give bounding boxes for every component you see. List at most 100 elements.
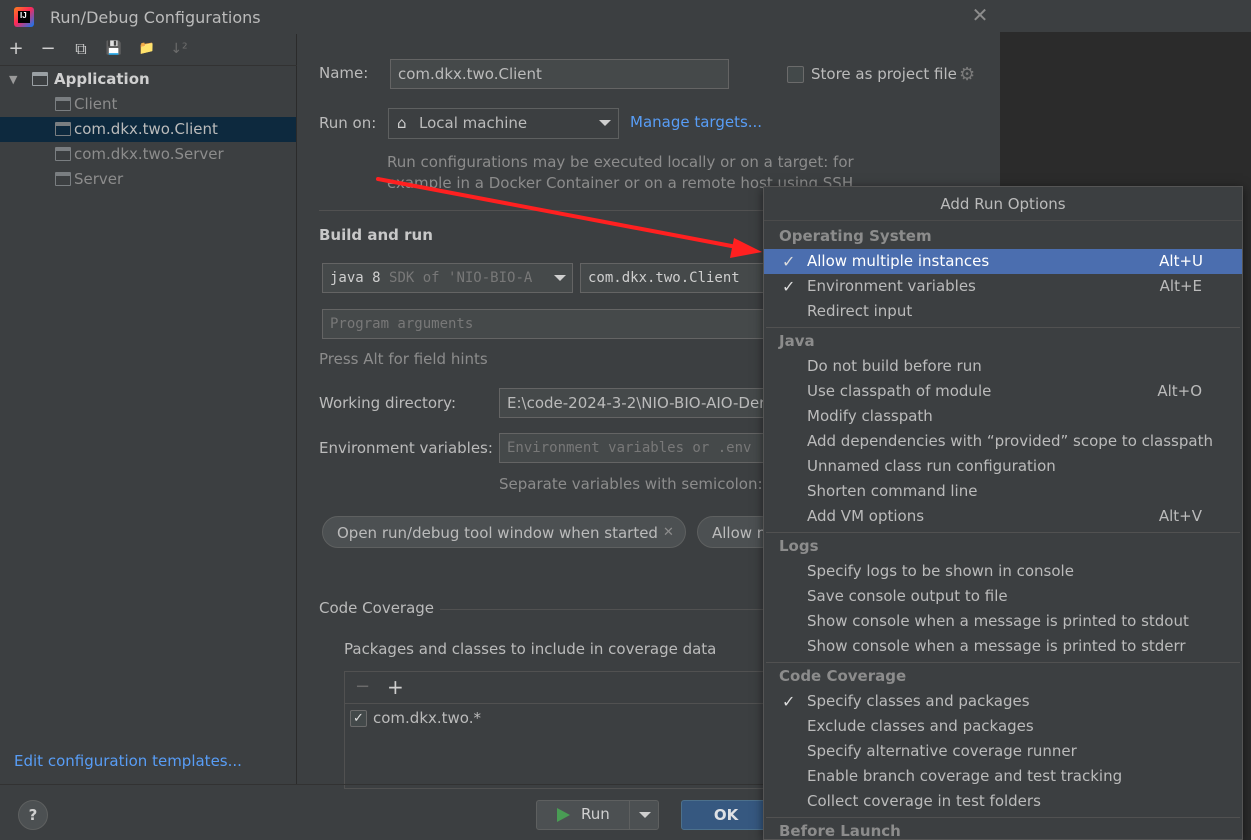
option-label: Allow multiple instances bbox=[807, 252, 990, 270]
option-specify-classes-packages[interactable]: ✓ Specify classes and packages bbox=[764, 689, 1242, 714]
name-label: Name: bbox=[319, 64, 369, 82]
tree-item-com-dkx-two-client[interactable]: com.dkx.two.Client bbox=[0, 117, 296, 142]
tree-item-client[interactable]: Client bbox=[0, 92, 296, 117]
divider bbox=[629, 801, 630, 829]
option-allow-multiple-instances[interactable]: ✓ Allow multiple instances Alt+U bbox=[764, 249, 1242, 274]
run-label: Run bbox=[581, 805, 610, 823]
tree-item-server[interactable]: Server bbox=[0, 167, 296, 192]
option-label: Shorten command line bbox=[807, 482, 978, 500]
option-shortcut: Alt+V bbox=[1158, 507, 1202, 525]
remove-icon[interactable]: − bbox=[355, 676, 370, 697]
tree-node-application[interactable]: ▼ Application bbox=[0, 67, 296, 92]
chevron-down-icon[interactable] bbox=[639, 812, 651, 818]
chip-open-tool-window[interactable]: Open run/debug tool window when started … bbox=[322, 516, 686, 548]
tree-item-label: Client bbox=[74, 95, 118, 113]
coverage-toolbar: − + bbox=[345, 672, 768, 704]
working-directory-label: Working directory: bbox=[319, 394, 457, 412]
copy-icon[interactable]: ⧉ bbox=[70, 38, 92, 60]
play-icon bbox=[557, 808, 570, 822]
ok-button[interactable]: OK bbox=[681, 800, 771, 830]
chevron-down-icon bbox=[599, 120, 611, 126]
edit-configuration-templates-link[interactable]: Edit configuration templates... bbox=[14, 752, 242, 770]
sort-icon[interactable]: ↓² bbox=[168, 38, 190, 60]
option-show-console-stdout[interactable]: Show console when a message is printed t… bbox=[764, 609, 1242, 634]
config-icon bbox=[55, 172, 71, 186]
coverage-entry-checkbox[interactable]: ✓ bbox=[350, 710, 367, 727]
option-label: Add VM options bbox=[807, 507, 925, 525]
option-environment-variables[interactable]: ✓ Environment variables Alt+E bbox=[764, 274, 1242, 299]
option-save-console-output[interactable]: Save console output to file bbox=[764, 584, 1242, 609]
close-icon[interactable]: ✕ bbox=[969, 4, 991, 26]
check-icon: ✓ bbox=[782, 692, 796, 711]
option-exclude-classes-packages[interactable]: Exclude classes and packages bbox=[764, 714, 1242, 739]
config-icon bbox=[55, 147, 71, 161]
sdk-select[interactable]: java 8 SDK of 'NIO-BIO-A bbox=[322, 263, 573, 293]
option-alternative-coverage-runner[interactable]: Specify alternative coverage runner bbox=[764, 739, 1242, 764]
option-redirect-input[interactable]: Redirect input bbox=[764, 299, 1242, 324]
main-class-field[interactable]: com.dkx.two.Client bbox=[580, 263, 770, 293]
option-modify-classpath[interactable]: Modify classpath bbox=[764, 404, 1242, 429]
option-use-classpath-of-module[interactable]: Use classpath of module Alt+O bbox=[764, 379, 1242, 404]
chevron-down-icon[interactable]: ▼ bbox=[9, 67, 17, 92]
option-label: Enable branch coverage and test tracking bbox=[807, 767, 1123, 785]
group-before-launch: Before Launch bbox=[779, 822, 901, 840]
configurations-sidebar: + − ⧉ 💾 📁 ↓² ▼ Application Client com.dk… bbox=[0, 34, 297, 784]
divider bbox=[766, 532, 1240, 533]
option-add-vm-options[interactable]: Add VM options Alt+V bbox=[764, 504, 1242, 529]
env-hint: Separate variables with semicolon: V bbox=[499, 475, 778, 493]
option-shortcut: Alt+E bbox=[1159, 277, 1202, 295]
option-label: Specify classes and packages bbox=[807, 692, 1030, 710]
title-bar: IJ Run/Debug Configurations ✕ bbox=[0, 0, 1000, 34]
run-on-select[interactable]: ⌂ Local machine bbox=[388, 108, 619, 139]
option-label: Show console when a message is printed t… bbox=[807, 612, 1189, 630]
option-coverage-test-folders[interactable]: Collect coverage in test folders bbox=[764, 789, 1242, 814]
chevron-down-icon bbox=[554, 275, 566, 281]
name-field[interactable]: com.dkx.two.Client bbox=[390, 59, 729, 89]
new-folder-icon[interactable]: 📁 bbox=[136, 38, 158, 60]
option-branch-coverage[interactable]: Enable branch coverage and test tracking bbox=[764, 764, 1242, 789]
option-shorten-command-line[interactable]: Shorten command line bbox=[764, 479, 1242, 504]
group-code-coverage: Code Coverage bbox=[779, 667, 907, 685]
close-icon[interactable]: ✕ bbox=[663, 517, 674, 547]
run-on-value: Local machine bbox=[419, 114, 528, 132]
sdk-hint: SDK of 'NIO-BIO-A bbox=[389, 270, 533, 286]
store-as-project-checkbox[interactable] bbox=[787, 66, 804, 83]
intellij-logo-icon: IJ bbox=[14, 7, 34, 27]
option-specify-logs[interactable]: Specify logs to be shown in console bbox=[764, 559, 1242, 584]
option-label: Unnamed class run configuration bbox=[807, 457, 1056, 475]
code-coverage-title: Code Coverage bbox=[319, 599, 435, 617]
option-show-console-stderr[interactable]: Show console when a message is printed t… bbox=[764, 634, 1242, 659]
tree-item-label: com.dkx.two.Server bbox=[74, 145, 224, 163]
program-arguments-field[interactable]: Program arguments bbox=[322, 309, 770, 339]
option-label: Environment variables bbox=[807, 277, 976, 295]
option-add-provided-dependencies[interactable]: Add dependencies with “provided” scope t… bbox=[764, 429, 1242, 454]
divider bbox=[297, 784, 763, 785]
add-icon[interactable]: + bbox=[5, 38, 27, 60]
arrow-head bbox=[730, 238, 762, 258]
manage-targets-link[interactable]: Manage targets... bbox=[630, 113, 762, 131]
divider bbox=[766, 817, 1240, 818]
config-icon bbox=[55, 97, 71, 111]
save-icon[interactable]: 💾 bbox=[103, 38, 125, 60]
remove-icon[interactable]: − bbox=[37, 38, 59, 60]
option-label: Save console output to file bbox=[807, 587, 1008, 605]
alt-hint: Press Alt for field hints bbox=[319, 350, 488, 368]
working-directory-field[interactable]: E:\code-2024-3-2\NIO-BIO-AIO-Der bbox=[499, 388, 770, 418]
window-title: Run/Debug Configurations bbox=[50, 8, 261, 27]
divider bbox=[440, 609, 763, 610]
tree-item-label: com.dkx.two.Client bbox=[74, 120, 218, 138]
help-button[interactable]: ? bbox=[18, 800, 48, 830]
coverage-packages-label: Packages and classes to include in cover… bbox=[344, 640, 717, 658]
group-operating-system: Operating System bbox=[779, 227, 932, 245]
tree-item-label: Server bbox=[74, 170, 124, 188]
option-label: Collect coverage in test folders bbox=[807, 792, 1041, 810]
option-label: Redirect input bbox=[807, 302, 913, 320]
option-unnamed-class-run-config[interactable]: Unnamed class run configuration bbox=[764, 454, 1242, 479]
gear-icon[interactable]: ⚙ bbox=[959, 64, 975, 85]
add-icon[interactable]: + bbox=[387, 675, 404, 699]
option-do-not-build[interactable]: Do not build before run bbox=[764, 354, 1242, 379]
environment-variables-field[interactable]: Environment variables or .env bbox=[499, 433, 770, 463]
run-button[interactable]: Run bbox=[536, 800, 659, 830]
tree-item-com-dkx-two-server[interactable]: com.dkx.two.Server bbox=[0, 142, 296, 167]
popup-title: Add Run Options bbox=[764, 187, 1242, 221]
